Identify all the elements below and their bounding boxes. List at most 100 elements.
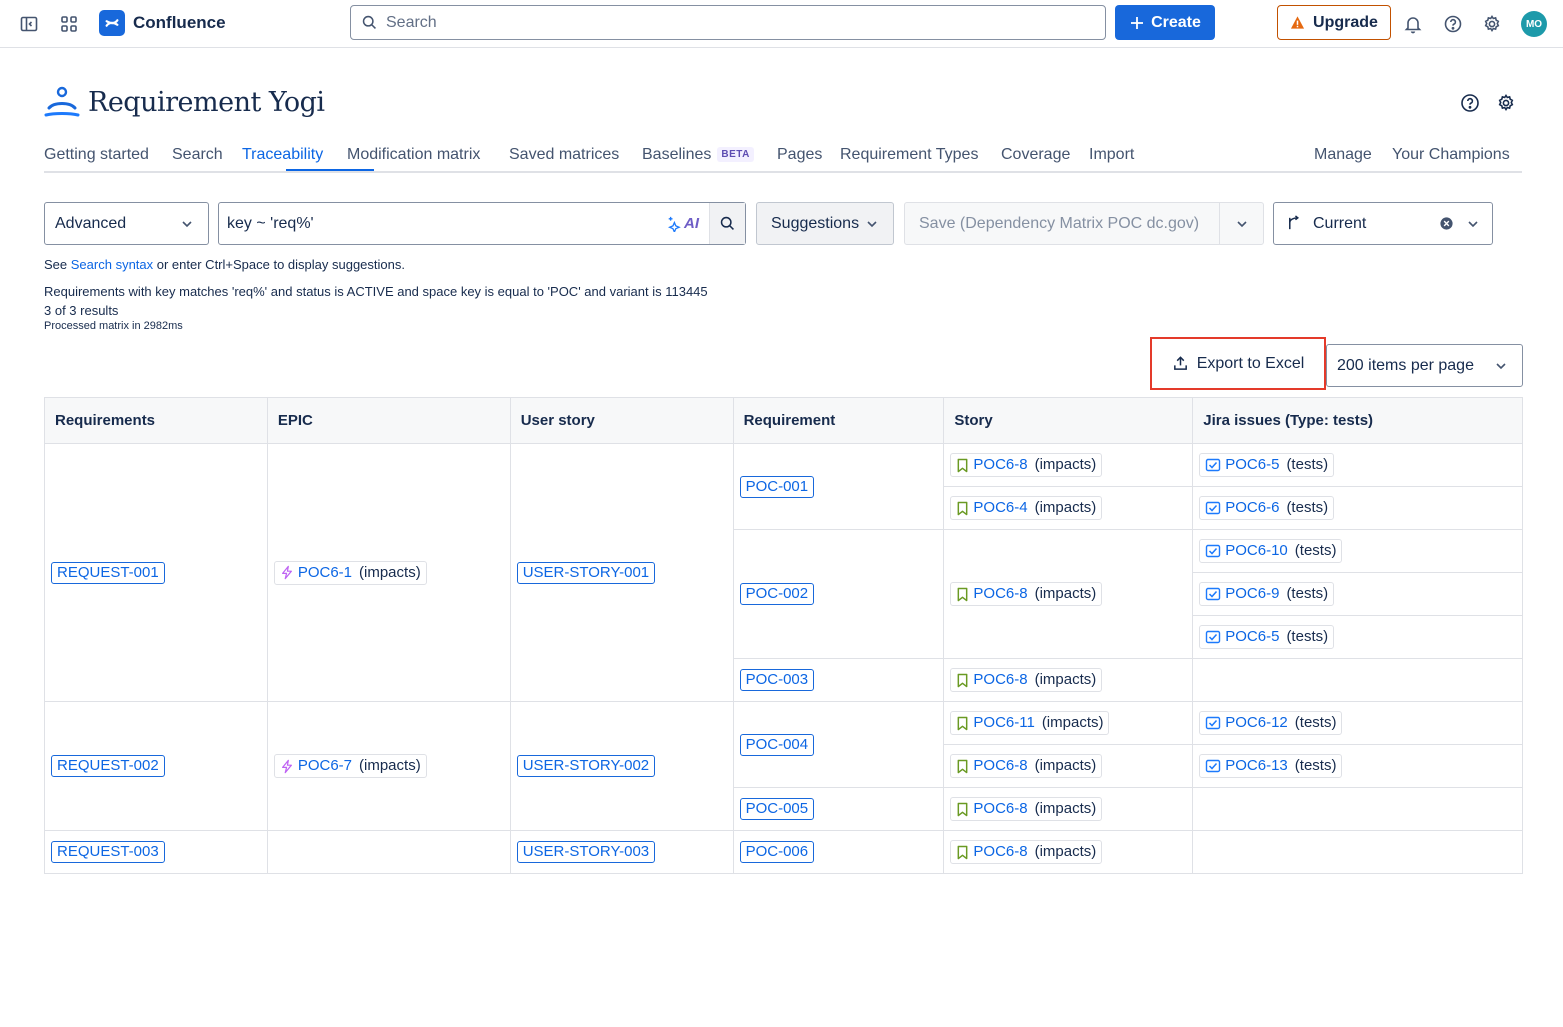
test-icon: [1205, 457, 1221, 473]
relation-label: (impacts): [1034, 585, 1097, 602]
tab-manage[interactable]: Manage: [1314, 146, 1372, 164]
story-link[interactable]: POC6-8 (impacts): [950, 453, 1103, 477]
requirement-link[interactable]: POC-001: [739, 475, 815, 498]
story-link[interactable]: POC6-11 (impacts): [950, 711, 1110, 735]
requirement-link[interactable]: POC-005: [739, 798, 815, 820]
app-settings-icon[interactable]: [1496, 93, 1516, 113]
export-label: Export to Excel: [1196, 354, 1305, 372]
story-key: POC6-11: [973, 714, 1035, 731]
story-link[interactable]: POC6-4 (impacts): [950, 496, 1103, 520]
tab-getting-started[interactable]: Getting started: [44, 146, 149, 164]
notifications-icon[interactable]: [1401, 12, 1425, 36]
tab-coverage[interactable]: Coverage: [1001, 146, 1070, 164]
cell-requirement: POC-001: [732, 443, 945, 530]
upgrade-button[interactable]: Upgrade: [1277, 5, 1391, 40]
epic-link[interactable]: POC6-7 (impacts): [273, 754, 427, 778]
app-tabs: Getting started Search Traceability Modi…: [44, 140, 1522, 173]
user-story-link[interactable]: USER-STORY-003: [516, 841, 656, 863]
search-syntax-link[interactable]: Search syntax: [71, 257, 153, 272]
tab-your-champions[interactable]: Your Champions: [1392, 146, 1510, 164]
cell-story: POC6-8 (impacts): [943, 443, 1194, 487]
epic-link[interactable]: POC6-1 (impacts): [273, 560, 427, 585]
save-matrix-control[interactable]: Save (Dependency Matrix POC dc.gov): [904, 202, 1264, 245]
branch-icon: [1289, 215, 1300, 230]
settings-icon[interactable]: [1480, 12, 1504, 36]
requirement-yogi-logo: Requirement Yogi: [44, 86, 325, 118]
story-icon: [956, 673, 969, 688]
test-link[interactable]: POC6-9 (tests): [1199, 582, 1335, 606]
avatar[interactable]: MO: [1521, 11, 1547, 37]
cell-request: REQUEST-003: [44, 830, 268, 874]
query-mode-select[interactable]: Advanced: [44, 202, 209, 245]
story-link[interactable]: POC6-8 (impacts): [950, 840, 1103, 864]
story-key: POC6-8: [973, 757, 1028, 774]
relation-label: (tests): [1294, 757, 1337, 774]
relation-label: (impacts): [359, 563, 421, 581]
app-switcher-icon[interactable]: [57, 12, 81, 36]
test-icon: [1205, 758, 1221, 774]
help-icon[interactable]: [1441, 12, 1465, 36]
hint-prefix: See: [44, 257, 68, 272]
story-link[interactable]: POC6-8 (impacts): [950, 754, 1103, 778]
suggestions-button[interactable]: Suggestions: [756, 202, 894, 245]
cell-test-empty: [1192, 830, 1523, 874]
sidebar-toggle-icon[interactable]: [17, 12, 41, 36]
query-input-box[interactable]: key ~ 'req%' AI: [218, 202, 746, 245]
cell-requirement: POC-004: [732, 701, 945, 788]
query-search-button[interactable]: [709, 203, 745, 244]
warning-icon: [1290, 16, 1305, 29]
tab-modification-matrix[interactable]: Modification matrix: [347, 146, 480, 164]
global-search[interactable]: [350, 5, 1106, 40]
table-row: REQUEST-003 USER-STORY-003 POC-006 POC6-…: [44, 830, 1523, 874]
tab-pages[interactable]: Pages: [777, 146, 822, 164]
create-button[interactable]: Create: [1115, 5, 1215, 40]
epic-key: POC6-7: [297, 757, 353, 774]
request-link[interactable]: REQUEST-003: [51, 841, 165, 863]
story-link[interactable]: POC6-8 (impacts): [950, 582, 1103, 606]
col-requirements: Requirements: [44, 397, 268, 444]
test-link[interactable]: POC6-5 (tests): [1199, 625, 1335, 649]
test-key: POC6-12: [1225, 714, 1288, 731]
app-help-icon[interactable]: [1460, 93, 1480, 113]
tab-baselines[interactable]: Baselines BETA: [642, 146, 754, 164]
cell-test: POC6-10 (tests): [1192, 529, 1523, 573]
tab-traceability[interactable]: Traceability: [242, 146, 323, 164]
ai-assist-button[interactable]: AI: [664, 215, 699, 232]
clear-icon[interactable]: [1439, 216, 1454, 231]
col-story: Story: [943, 397, 1194, 444]
items-per-page-select[interactable]: 200 items per page: [1326, 344, 1523, 387]
tab-saved-matrices[interactable]: Saved matrices: [509, 146, 619, 164]
requirement-link[interactable]: POC-004: [739, 733, 815, 756]
version-select[interactable]: Current: [1273, 202, 1493, 245]
story-link[interactable]: POC6-8 (impacts): [950, 668, 1103, 692]
test-link[interactable]: POC6-5 (tests): [1199, 453, 1335, 477]
chevron-down-icon: [182, 220, 192, 227]
app-title: Requirement Yogi: [88, 86, 325, 118]
tab-requirement-types[interactable]: Requirement Types: [840, 146, 978, 164]
request-link[interactable]: REQUEST-001: [51, 561, 165, 584]
tab-search[interactable]: Search: [172, 146, 223, 164]
user-story-link[interactable]: USER-STORY-002: [516, 755, 656, 777]
request-link[interactable]: REQUEST-002: [51, 755, 165, 777]
confluence-logo[interactable]: Confluence: [99, 10, 226, 36]
chevron-down-icon: [1236, 220, 1247, 227]
requirement-link[interactable]: POC-003: [739, 669, 815, 691]
test-link[interactable]: POC6-6 (tests): [1199, 496, 1335, 520]
cell-requirement: POC-003: [732, 658, 945, 702]
test-link[interactable]: POC6-13 (tests): [1199, 754, 1343, 778]
requirement-link[interactable]: POC-002: [739, 583, 815, 605]
user-story-link[interactable]: USER-STORY-001: [516, 561, 656, 584]
cell-test: POC6-9 (tests): [1192, 572, 1523, 616]
test-icon: [1205, 543, 1221, 559]
query-input[interactable]: key ~ 'req%': [227, 215, 664, 233]
cell-request: REQUEST-002: [44, 701, 268, 831]
test-link[interactable]: POC6-12 (tests): [1199, 711, 1343, 735]
export-to-excel-button[interactable]: Export to Excel: [1150, 337, 1326, 390]
search-input[interactable]: [386, 13, 1066, 32]
tab-import[interactable]: Import: [1089, 146, 1134, 164]
test-link[interactable]: POC6-10 (tests): [1199, 539, 1343, 563]
save-matrix-button[interactable]: Save (Dependency Matrix POC dc.gov): [905, 215, 1219, 233]
save-options-dropdown[interactable]: [1219, 203, 1263, 244]
requirement-link[interactable]: POC-006: [739, 841, 815, 863]
story-link[interactable]: POC6-8 (impacts): [950, 797, 1103, 821]
